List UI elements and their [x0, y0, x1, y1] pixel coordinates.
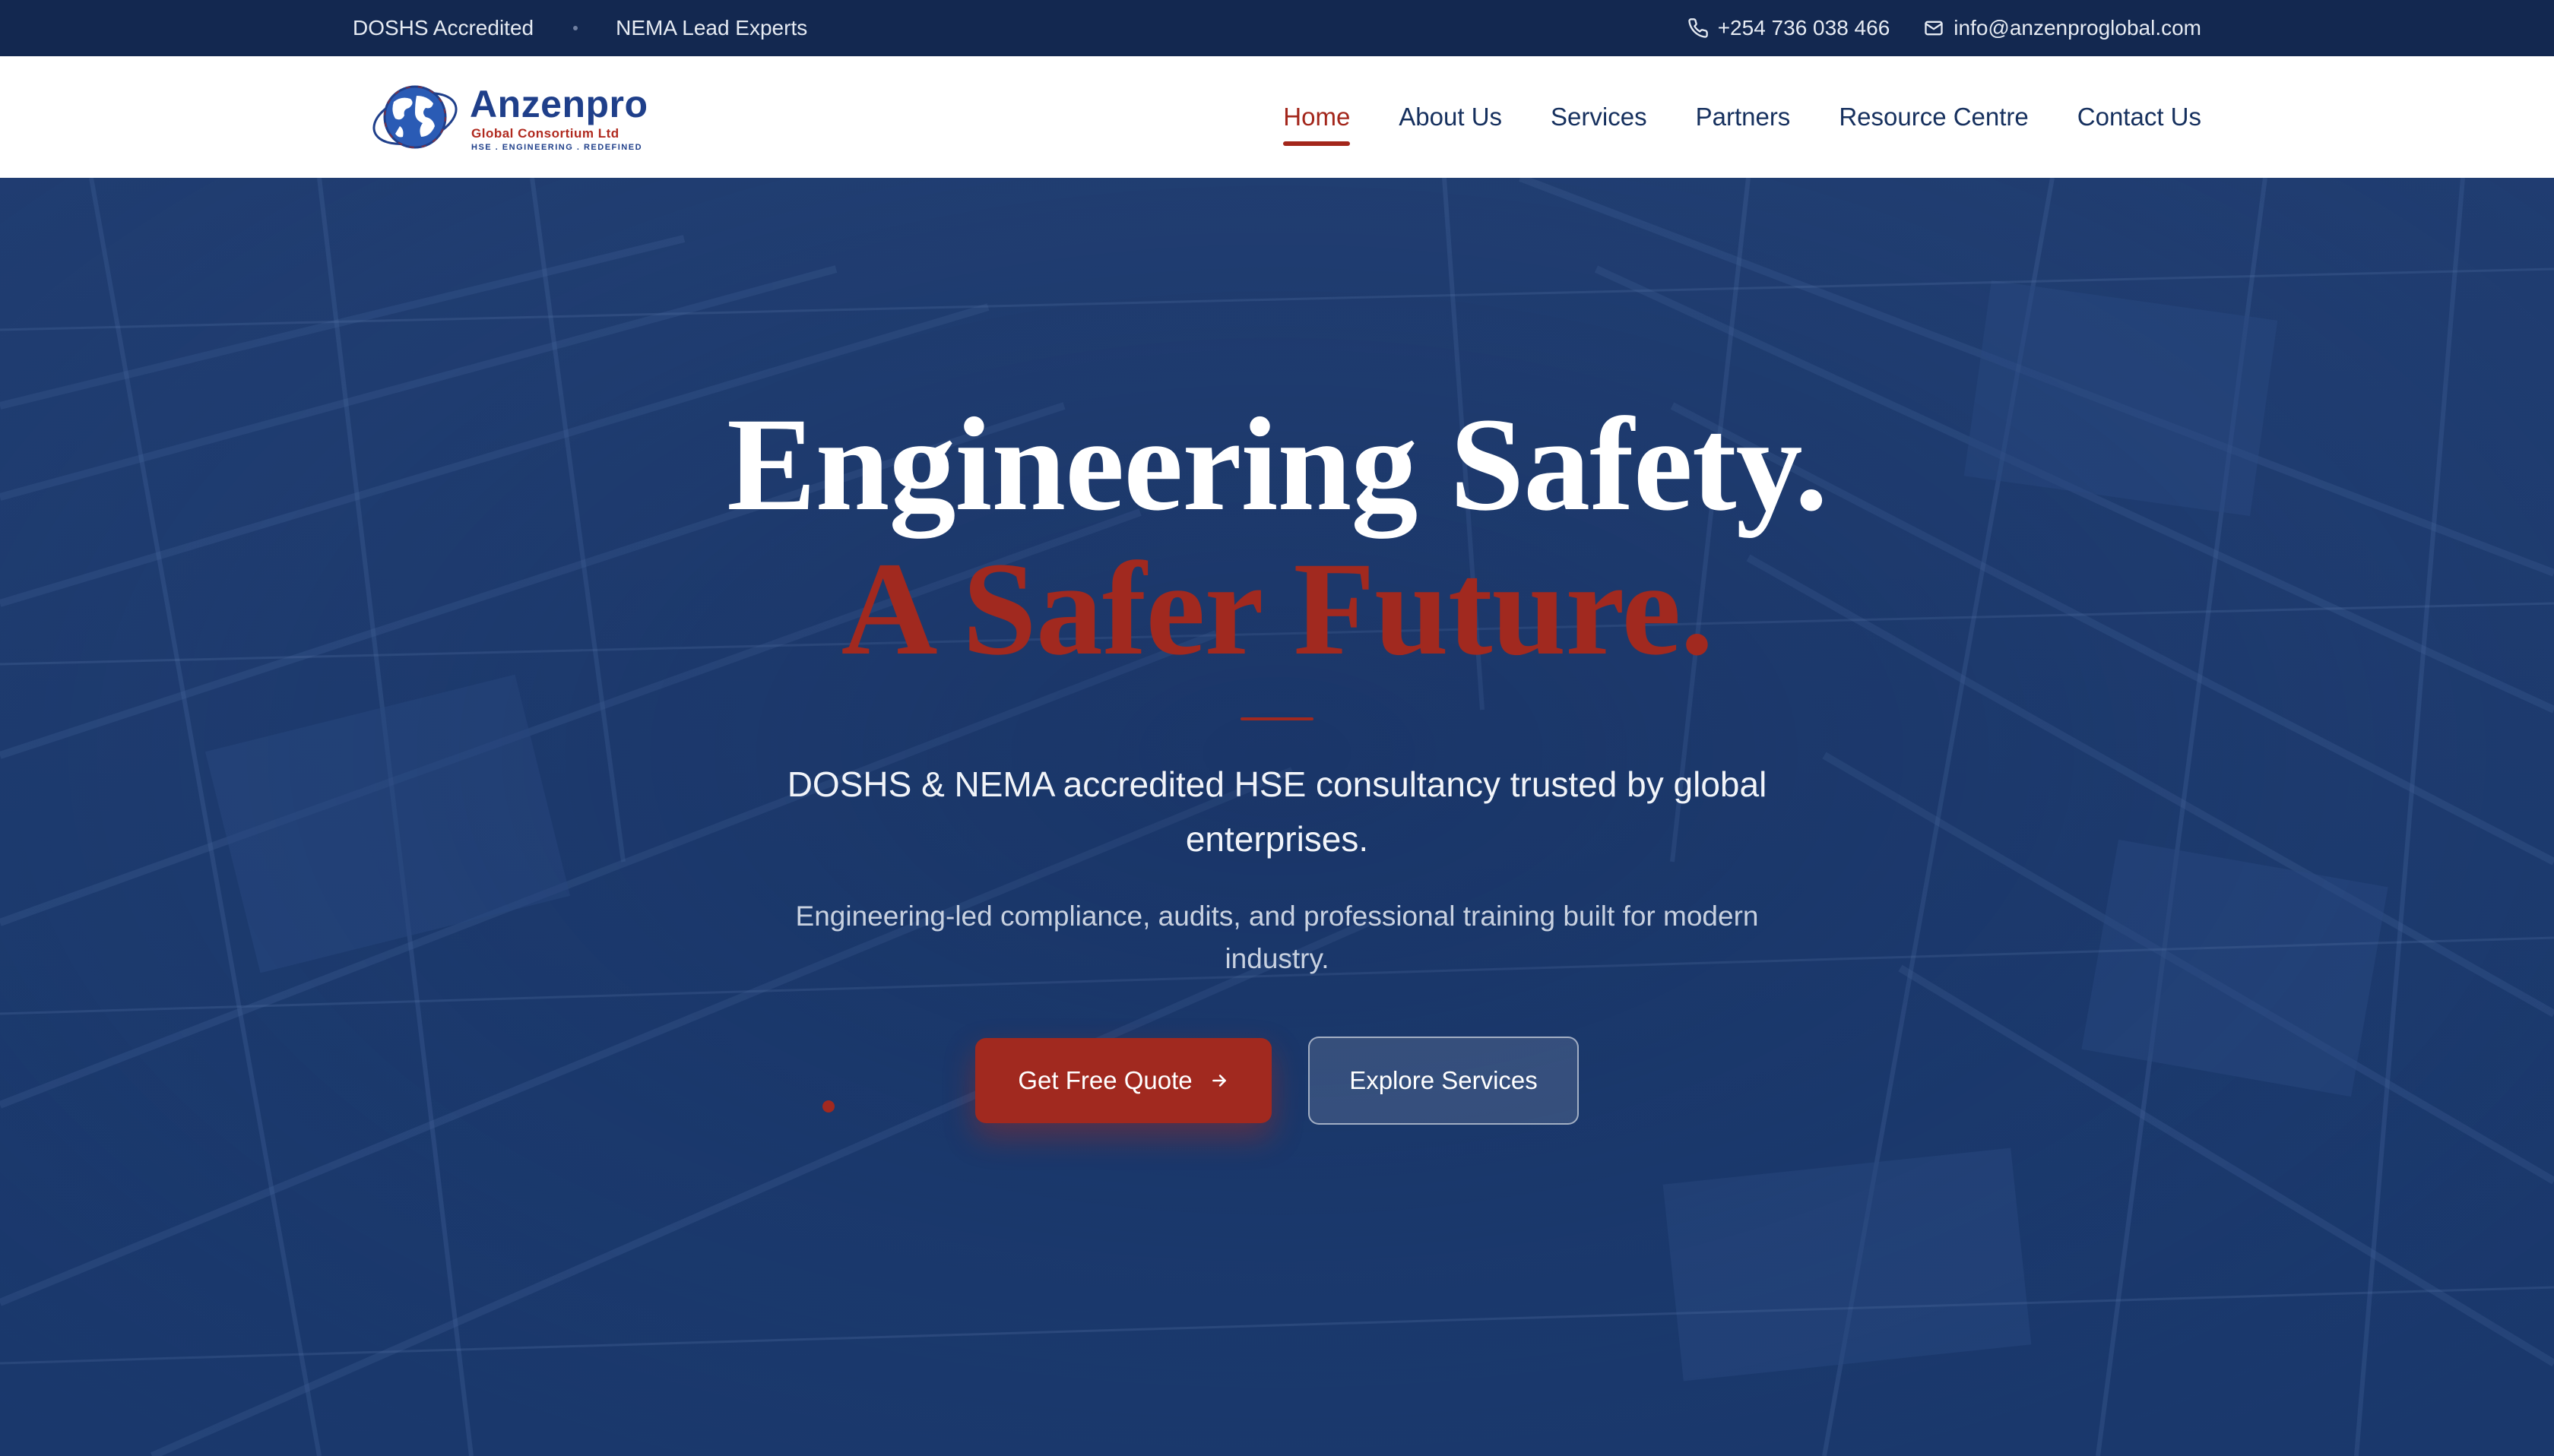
nav-resource-centre[interactable]: Resource Centre — [1839, 102, 2028, 132]
accreditation-strip: DOSHS Accredited NEMA Lead Experts — [353, 0, 807, 56]
explore-services-label: Explore Services — [1349, 1066, 1538, 1094]
globe-logo-icon — [372, 85, 458, 149]
hero-title-line1: Engineering Safety. — [727, 391, 1828, 539]
site-header: Anzenpro Global Consortium Ltd HSE . ENG… — [0, 56, 2554, 178]
top-bar: DOSHS Accredited NEMA Lead Experts +254 … — [0, 0, 2554, 56]
hero-lead-text: DOSHS & NEMA accredited HSE consultancy … — [787, 764, 1767, 859]
phone-link[interactable]: +254 736 038 466 — [1687, 16, 1890, 40]
badge-doshs: DOSHS Accredited — [353, 16, 534, 40]
get-free-quote-label: Get Free Quote — [1018, 1066, 1193, 1094]
badge-nema: NEMA Lead Experts — [616, 16, 808, 40]
brand-name: Anzenpro — [470, 83, 648, 125]
mail-icon — [1925, 21, 1943, 36]
title-divider — [1241, 717, 1313, 720]
email-link[interactable]: info@anzenproglobal.com — [1923, 16, 2201, 40]
explore-services-button[interactable]: Explore Services — [1308, 1037, 1579, 1125]
hero-title-line2: A Safer Future. — [841, 535, 1714, 683]
nav-contact-us[interactable]: Contact Us — [2077, 102, 2201, 132]
nav-about-us[interactable]: About Us — [1399, 102, 1502, 132]
separator-dot — [573, 26, 578, 30]
get-free-quote-button[interactable]: Get Free Quote — [975, 1038, 1272, 1123]
phone-icon — [1687, 18, 1708, 38]
nav-home[interactable]: Home — [1283, 102, 1351, 146]
hero-sub-text: Engineering-led compliance, audits, and … — [795, 901, 1759, 974]
brand-subtitle: Global Consortium Ltd — [471, 126, 619, 141]
brand-logo[interactable]: Anzenpro Global Consortium Ltd HSE . ENG… — [369, 79, 648, 155]
main-nav: Home About Us Services Partners Resource… — [1234, 56, 2201, 178]
decorative-dot — [822, 1100, 835, 1113]
arrow-right-icon — [1212, 1075, 1226, 1087]
nav-services[interactable]: Services — [1551, 102, 1647, 132]
phone-number: +254 736 038 466 — [1717, 16, 1890, 40]
contact-strip: +254 736 038 466 info@anzenproglobal.com — [1687, 0, 2201, 56]
hero-section: Engineering Safety. A Safer Future. DOSH… — [0, 178, 2554, 1456]
email-address: info@anzenproglobal.com — [1954, 16, 2201, 40]
nav-partners[interactable]: Partners — [1696, 102, 1791, 132]
brand-tagline: HSE . ENGINEERING . REDEFINED — [471, 143, 643, 152]
